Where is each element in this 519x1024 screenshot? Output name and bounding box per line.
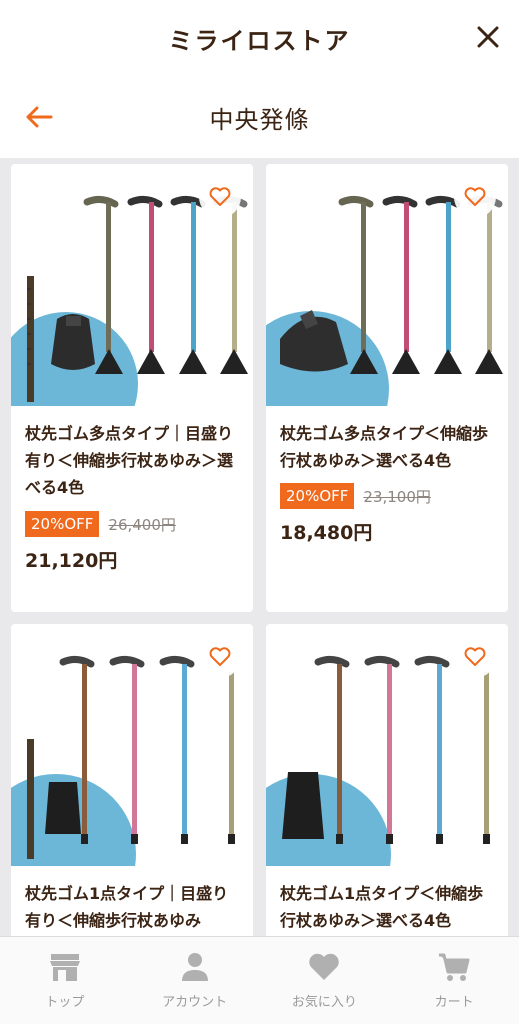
product-card[interactable]: 杖先ゴム多点タイプ＜伸縮歩行杖あゆみ＞選べる4色 20%OFF 23,100円 …	[266, 164, 508, 612]
heart-outline-icon	[464, 187, 486, 206]
close-icon	[477, 26, 499, 48]
sale-price: 21,120円	[25, 550, 118, 572]
nav-label: トップ	[45, 995, 85, 1010]
favorite-button[interactable]	[199, 636, 241, 678]
product-title: 杖先ゴム1点タイプ＜伸縮歩行杖あゆみ＞選べる4色	[280, 884, 484, 930]
heart-outline-icon	[464, 647, 486, 666]
favorite-button[interactable]	[454, 636, 496, 678]
favorite-button[interactable]	[199, 176, 241, 218]
original-price: 23,100円	[363, 487, 431, 506]
heart-icon	[309, 953, 340, 980]
nav-label: カート	[434, 995, 474, 1010]
store-icon	[49, 954, 80, 981]
app-title: ミライロストア	[168, 26, 351, 55]
product-image	[11, 164, 253, 406]
product-card[interactable]: 杖先ゴム1点タイプ｜目盛り有り＜伸縮歩行杖あゆみ	[11, 624, 253, 936]
person-icon	[181, 953, 208, 981]
product-title: 杖先ゴム多点タイプ＜伸縮歩行杖あゆみ＞選べる4色	[280, 424, 489, 470]
app-header: ミライロストア	[0, 0, 519, 76]
discount-badge: 20%OFF	[280, 483, 355, 509]
back-button[interactable]	[18, 96, 60, 138]
product-image	[266, 624, 508, 866]
arrow-left-icon	[26, 106, 53, 128]
nav-item-favorites[interactable]: お気に入り	[260, 937, 390, 1024]
product-list[interactable]: 杖先ゴム多点タイプ｜目盛り有り＜伸縮歩行杖あゆみ＞選べる4色 20%OFF 26…	[0, 158, 519, 936]
bottom-nav: トップ アカウント お気に入り カート	[0, 936, 519, 1024]
original-price: 26,400円	[108, 515, 176, 534]
product-image	[266, 164, 508, 406]
cart-icon	[439, 953, 470, 981]
page-title: 中央発條	[209, 105, 310, 134]
sale-price: 18,480円	[280, 522, 373, 544]
nav-label: お気に入り	[291, 995, 357, 1010]
close-button[interactable]	[471, 20, 505, 54]
product-card[interactable]: 杖先ゴム1点タイプ＜伸縮歩行杖あゆみ＞選べる4色	[266, 624, 508, 936]
discount-badge: 20%OFF	[25, 511, 100, 537]
heart-outline-icon	[209, 647, 231, 666]
nav-item-account[interactable]: アカウント	[130, 937, 260, 1024]
product-title: 杖先ゴム1点タイプ｜目盛り有り＜伸縮歩行杖あゆみ	[25, 884, 229, 930]
nav-item-top[interactable]: トップ	[0, 937, 130, 1024]
product-image	[11, 624, 253, 866]
sub-header: 中央発條	[0, 76, 519, 158]
nav-label: アカウント	[162, 995, 228, 1010]
product-title: 杖先ゴム多点タイプ｜目盛り有り＜伸縮歩行杖あゆみ＞選べる4色	[25, 424, 234, 497]
heart-outline-icon	[209, 187, 231, 206]
nav-item-cart[interactable]: カート	[389, 937, 519, 1024]
product-card[interactable]: 杖先ゴム多点タイプ｜目盛り有り＜伸縮歩行杖あゆみ＞選べる4色 20%OFF 26…	[11, 164, 253, 612]
favorite-button[interactable]	[454, 176, 496, 218]
